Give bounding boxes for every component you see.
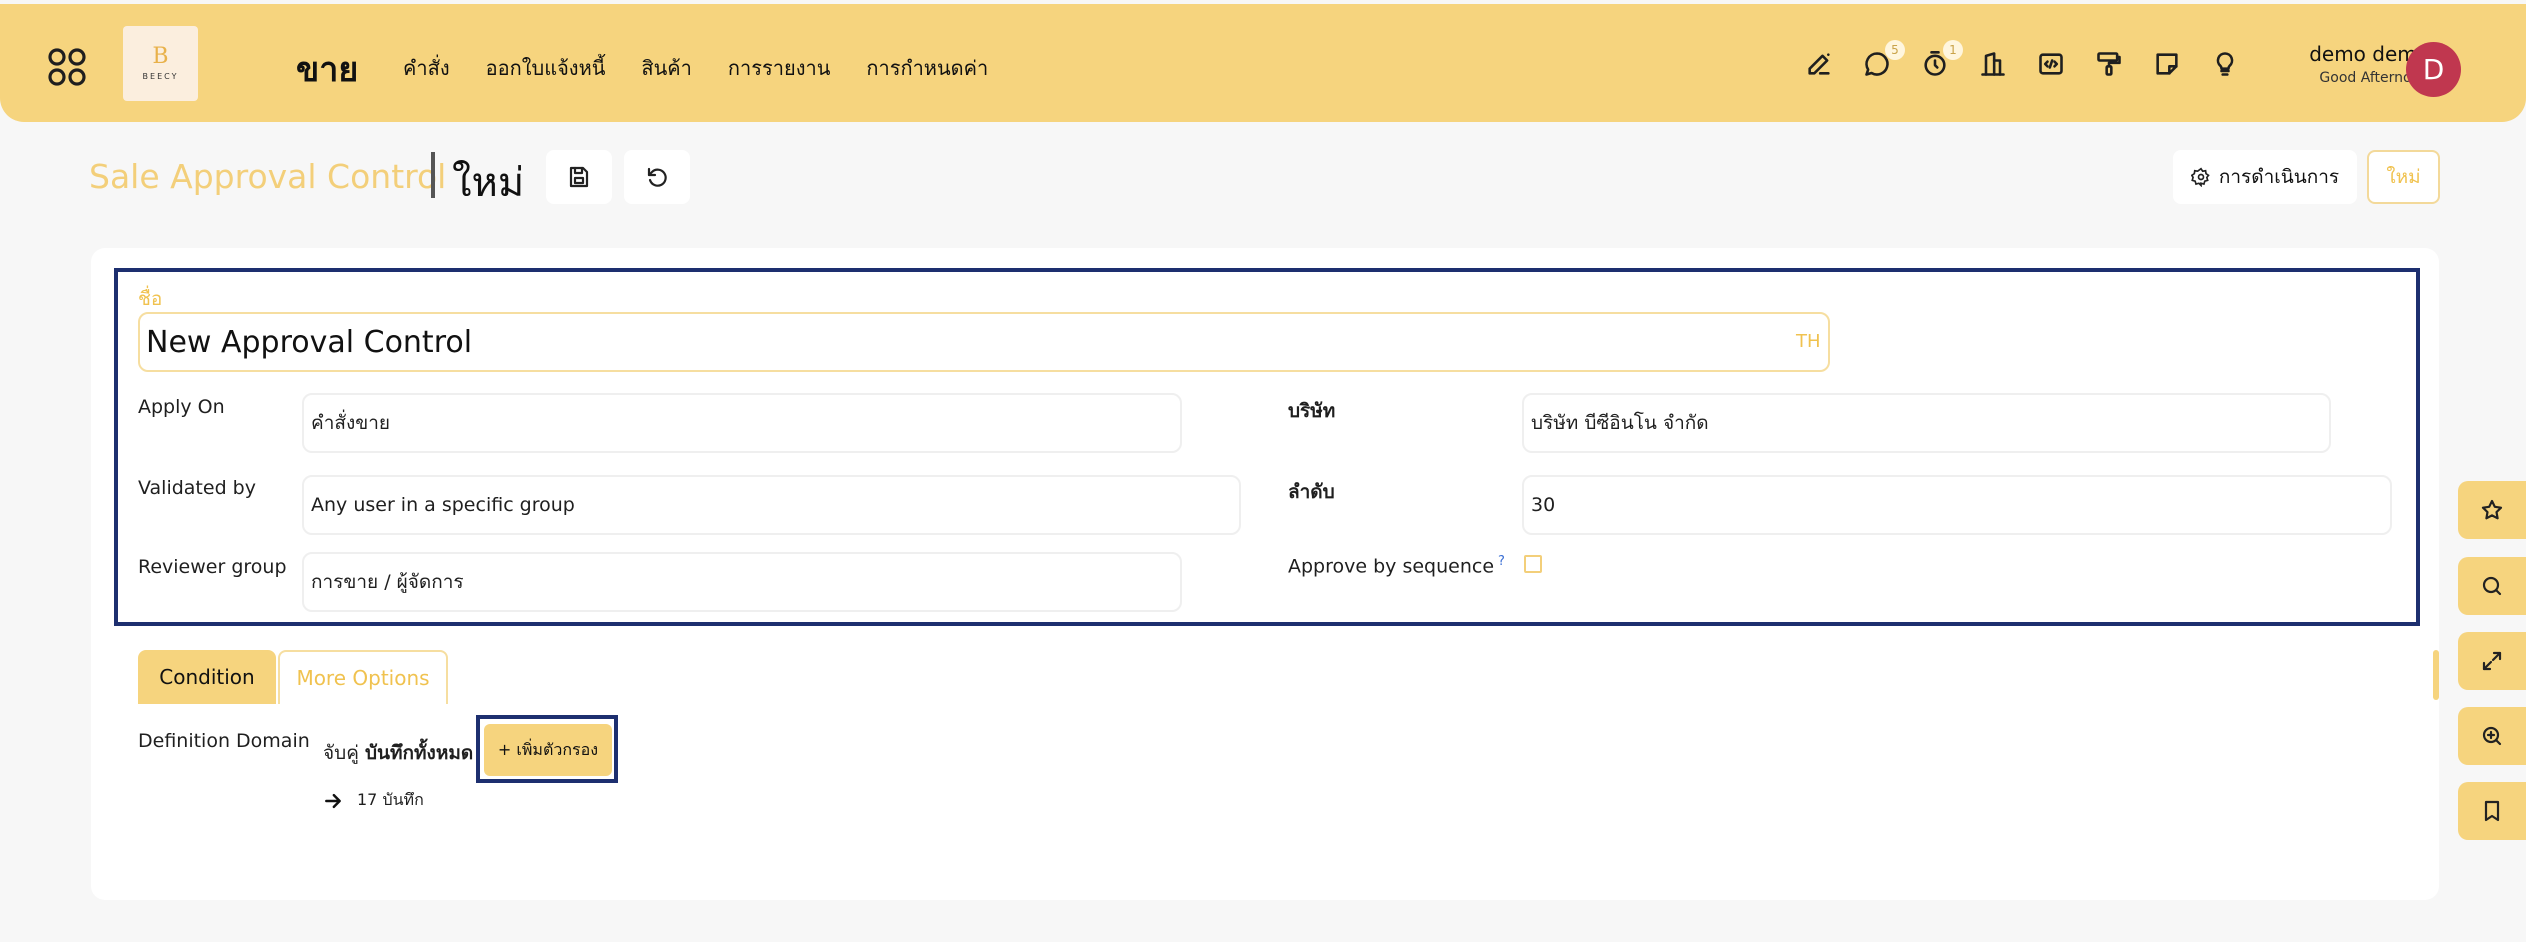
definition-domain-label: Definition Domain bbox=[138, 730, 310, 752]
approve-by-sequence-checkbox[interactable] bbox=[1524, 555, 1542, 573]
action-label: การดำเนินการ bbox=[2218, 166, 2340, 188]
code-icon[interactable] bbox=[2037, 50, 2065, 78]
paint-roller-icon[interactable] bbox=[2095, 50, 2123, 78]
company-field[interactable]: บริษัท บีซีอินโน จำกัด bbox=[1522, 393, 2331, 453]
star-icon bbox=[2481, 499, 2503, 520]
search-button[interactable] bbox=[2458, 557, 2526, 615]
approve-by-sequence-text: Approve by sequence bbox=[1288, 555, 1495, 578]
action-button[interactable]: การดำเนินการ bbox=[2173, 150, 2357, 204]
undo-icon bbox=[647, 167, 667, 187]
company-value: บริษัท บีซีอินโน จำกัด bbox=[1531, 412, 1709, 434]
arrow-right-icon bbox=[325, 793, 341, 808]
stopwatch-icon[interactable]: 1 bbox=[1921, 40, 1963, 78]
name-field[interactable]: New Approval Control bbox=[138, 312, 1830, 372]
new-record-button[interactable]: ใหม่ bbox=[2367, 150, 2440, 204]
apply-on-label: Apply On bbox=[138, 396, 225, 418]
bookmark-icon bbox=[2484, 800, 2500, 822]
name-value: New Approval Control bbox=[146, 324, 473, 360]
validated-by-label: Validated by bbox=[138, 477, 256, 499]
sequence-label: ลำดับ bbox=[1288, 481, 1335, 503]
save-icon bbox=[569, 166, 589, 188]
company-label: บริษัท bbox=[1288, 400, 1336, 422]
menu-item-reporting[interactable]: การรายงาน bbox=[728, 52, 830, 84]
domain-match-all: บันทึกทั้งหมด bbox=[364, 742, 474, 764]
reviewer-group-field[interactable]: การขาย / ผู้จัดการ bbox=[302, 552, 1182, 612]
gear-icon bbox=[2190, 167, 2210, 187]
records-count-link[interactable]: 17 บันทึก bbox=[323, 788, 424, 813]
bookmark-button[interactable] bbox=[2458, 782, 2526, 840]
edit-icon[interactable] bbox=[1805, 50, 1833, 78]
save-button[interactable] bbox=[546, 150, 612, 204]
breadcrumb-parent[interactable]: Sale Approval Control bbox=[89, 157, 446, 196]
breadcrumb-current: ใหม่ bbox=[452, 160, 525, 206]
reviewer-group-value: การขาย / ผู้จัดการ bbox=[311, 571, 464, 593]
favorite-button[interactable] bbox=[2458, 481, 2526, 539]
search-icon bbox=[2482, 576, 2502, 596]
avatar[interactable]: D bbox=[2406, 42, 2461, 97]
sticky-note-icon[interactable] bbox=[2153, 50, 2181, 78]
activities-badge: 1 bbox=[1943, 40, 1963, 60]
records-count: 17 บันทึก bbox=[357, 790, 424, 809]
main-menu: คำสั่ง ออกใบแจ้งหนี้ สินค้า การรายงาน กา… bbox=[403, 52, 988, 84]
reviewer-group-label: Reviewer group bbox=[138, 556, 287, 578]
lightbulb-icon[interactable] bbox=[2211, 50, 2239, 78]
discard-button[interactable] bbox=[624, 150, 690, 204]
company-logo[interactable]: B BEECY bbox=[123, 26, 198, 101]
domain-match-text: จับคู่ บันทึกทั้งหมด bbox=[323, 738, 473, 768]
zoom-in-icon bbox=[2482, 726, 2502, 746]
top-navbar: B BEECY ขาย คำสั่ง ออกใบแจ้งหนี้ สินค้า … bbox=[0, 4, 2526, 122]
sequence-field[interactable]: 30 bbox=[1522, 475, 2392, 535]
building-icon[interactable] bbox=[1979, 50, 2007, 78]
add-filter-button[interactable]: + เพิ่มตัวกรอง bbox=[484, 724, 612, 776]
chat-icon[interactable]: 5 bbox=[1863, 40, 1905, 78]
breadcrumb-separator bbox=[431, 152, 435, 198]
scroll-accent bbox=[2433, 650, 2439, 700]
logo-mark: B bbox=[152, 44, 169, 69]
apply-on-value: คำสั่งขาย bbox=[311, 412, 391, 434]
help-tooltip-icon[interactable]: ? bbox=[1498, 554, 1505, 569]
tab-more-options[interactable]: More Options bbox=[278, 650, 448, 704]
menu-item-configuration[interactable]: การกำหนดค่า bbox=[866, 52, 988, 84]
validated-by-value: Any user in a specific group bbox=[311, 494, 575, 516]
menu-item-products[interactable]: สินค้า bbox=[641, 52, 692, 84]
approve-by-sequence-label: Approve by sequence? bbox=[1288, 554, 1505, 577]
tab-condition[interactable]: Condition bbox=[138, 650, 276, 704]
menu-item-invoicing[interactable]: ออกใบแจ้งหนี้ bbox=[486, 52, 606, 84]
name-label: ชื่อ bbox=[138, 288, 163, 310]
expand-icon bbox=[2482, 651, 2502, 671]
translate-button[interactable]: TH bbox=[1796, 331, 1821, 352]
validated-by-field[interactable]: Any user in a specific group bbox=[302, 475, 1241, 535]
sequence-value: 30 bbox=[1531, 494, 1556, 516]
systray: 5 1 bbox=[1805, 40, 2239, 78]
expand-button[interactable] bbox=[2458, 632, 2526, 690]
domain-match-prefix: จับคู่ bbox=[323, 742, 365, 764]
messages-badge: 5 bbox=[1885, 40, 1905, 60]
logo-text: BEECY bbox=[142, 72, 179, 81]
menu-item-orders[interactable]: คำสั่ง bbox=[403, 52, 450, 84]
app-brand[interactable]: ขาย bbox=[296, 42, 358, 96]
apply-on-field[interactable]: คำสั่งขาย bbox=[302, 393, 1182, 453]
zoom-in-button[interactable] bbox=[2458, 707, 2526, 765]
apps-grid-icon[interactable] bbox=[47, 47, 87, 87]
